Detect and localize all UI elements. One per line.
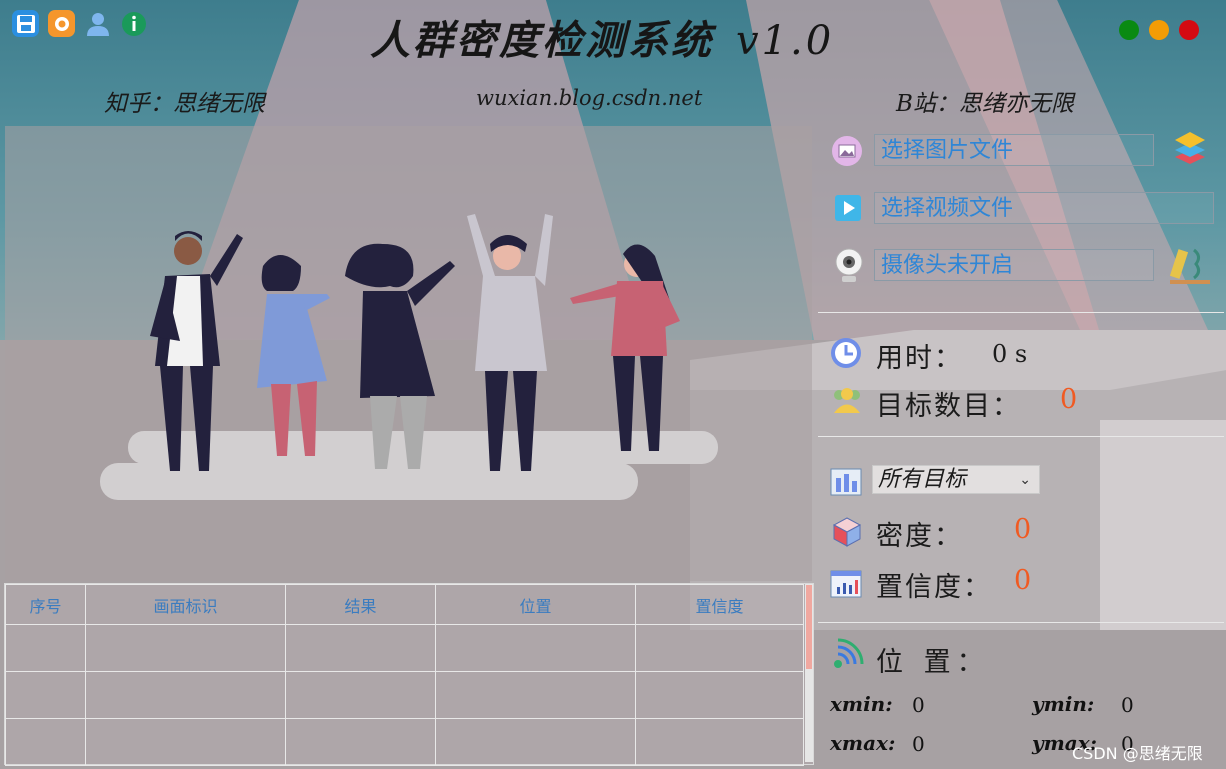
chart-icon — [830, 466, 862, 500]
app-title: 人群密度检测系统 v1.0 — [370, 17, 835, 64]
toolbar — [12, 10, 147, 37]
image-file-icon — [832, 136, 862, 170]
time-label: 用时： — [876, 343, 963, 374]
xmin-value: 0 — [912, 693, 925, 717]
app-version: v1.0 — [736, 18, 835, 64]
select-video-button[interactable]: 选择视频文件 — [874, 192, 1214, 224]
maximize-button[interactable] — [1149, 20, 1169, 40]
column-header-result[interactable]: 结果 — [285, 584, 436, 625]
table-row[interactable] — [5, 671, 804, 719]
divider — [818, 436, 1224, 437]
settings-icon[interactable] — [48, 10, 75, 37]
column-header-index[interactable]: 序号 — [5, 584, 86, 625]
minimize-button[interactable] — [1119, 20, 1139, 40]
table-header-row: 序号 画面标识 结果 位置 置信度 — [5, 584, 804, 625]
time-value: 0 s — [992, 340, 1028, 368]
xmin-label: xmin: — [830, 692, 893, 716]
ymin-label: ymin: — [1032, 692, 1095, 716]
density-value: 0 — [1014, 514, 1032, 545]
clock-icon — [830, 337, 862, 373]
save-icon[interactable] — [12, 10, 39, 37]
table-row[interactable] — [5, 718, 804, 766]
logo-icon[interactable] — [1168, 246, 1212, 290]
location-icon — [828, 638, 864, 678]
column-header-frame[interactable]: 画面标识 — [85, 584, 286, 625]
watermark: CSDN @思绪无限 — [1072, 744, 1203, 763]
image-display — [5, 126, 812, 581]
column-header-position[interactable]: 位置 — [435, 584, 636, 625]
xmax-value: 0 — [912, 732, 925, 756]
layers-icon[interactable] — [1174, 130, 1206, 170]
confidence-value: 0 — [1014, 565, 1032, 596]
table-row[interactable] — [5, 624, 804, 672]
target-count-label: 目标数目： — [876, 391, 1021, 422]
window-controls — [1119, 20, 1199, 40]
video-file-icon — [834, 194, 862, 226]
xmax-label: xmax: — [830, 731, 896, 755]
target-count-value: 0 — [1060, 384, 1078, 415]
people-count-icon — [830, 386, 864, 418]
select-image-button[interactable]: 选择图片文件 — [874, 134, 1154, 166]
confidence-label: 置信度： — [876, 572, 992, 603]
people-illustration — [100, 214, 718, 500]
divider — [818, 622, 1224, 623]
position-label: 位 置： — [876, 647, 990, 678]
chevron-down-icon: ⌄ — [1019, 472, 1031, 488]
target-select[interactable]: 所有目标 ⌄ — [872, 465, 1040, 494]
scrollbar-thumb[interactable] — [806, 585, 812, 669]
bilibili-label: B站：思绪亦无限 — [896, 91, 1074, 117]
results-table: 序号 画面标识 结果 位置 置信度 — [4, 583, 814, 766]
close-button[interactable] — [1179, 20, 1199, 40]
confidence-icon — [830, 570, 862, 602]
site-label: wuxian.blog.csdn.net — [476, 86, 703, 110]
cube-icon — [832, 516, 862, 552]
divider — [818, 312, 1224, 313]
column-header-confidence[interactable]: 置信度 — [635, 584, 804, 625]
info-icon[interactable] — [120, 10, 147, 37]
table-scrollbar[interactable] — [805, 584, 813, 762]
density-label: 密度： — [876, 521, 963, 552]
user-icon[interactable] — [84, 10, 111, 37]
camera-button[interactable]: 摄像头未开启 — [874, 249, 1154, 281]
zhihu-label: 知乎：思绪无限 — [104, 91, 265, 117]
ymin-value: 0 — [1121, 693, 1134, 717]
camera-icon — [834, 248, 864, 288]
